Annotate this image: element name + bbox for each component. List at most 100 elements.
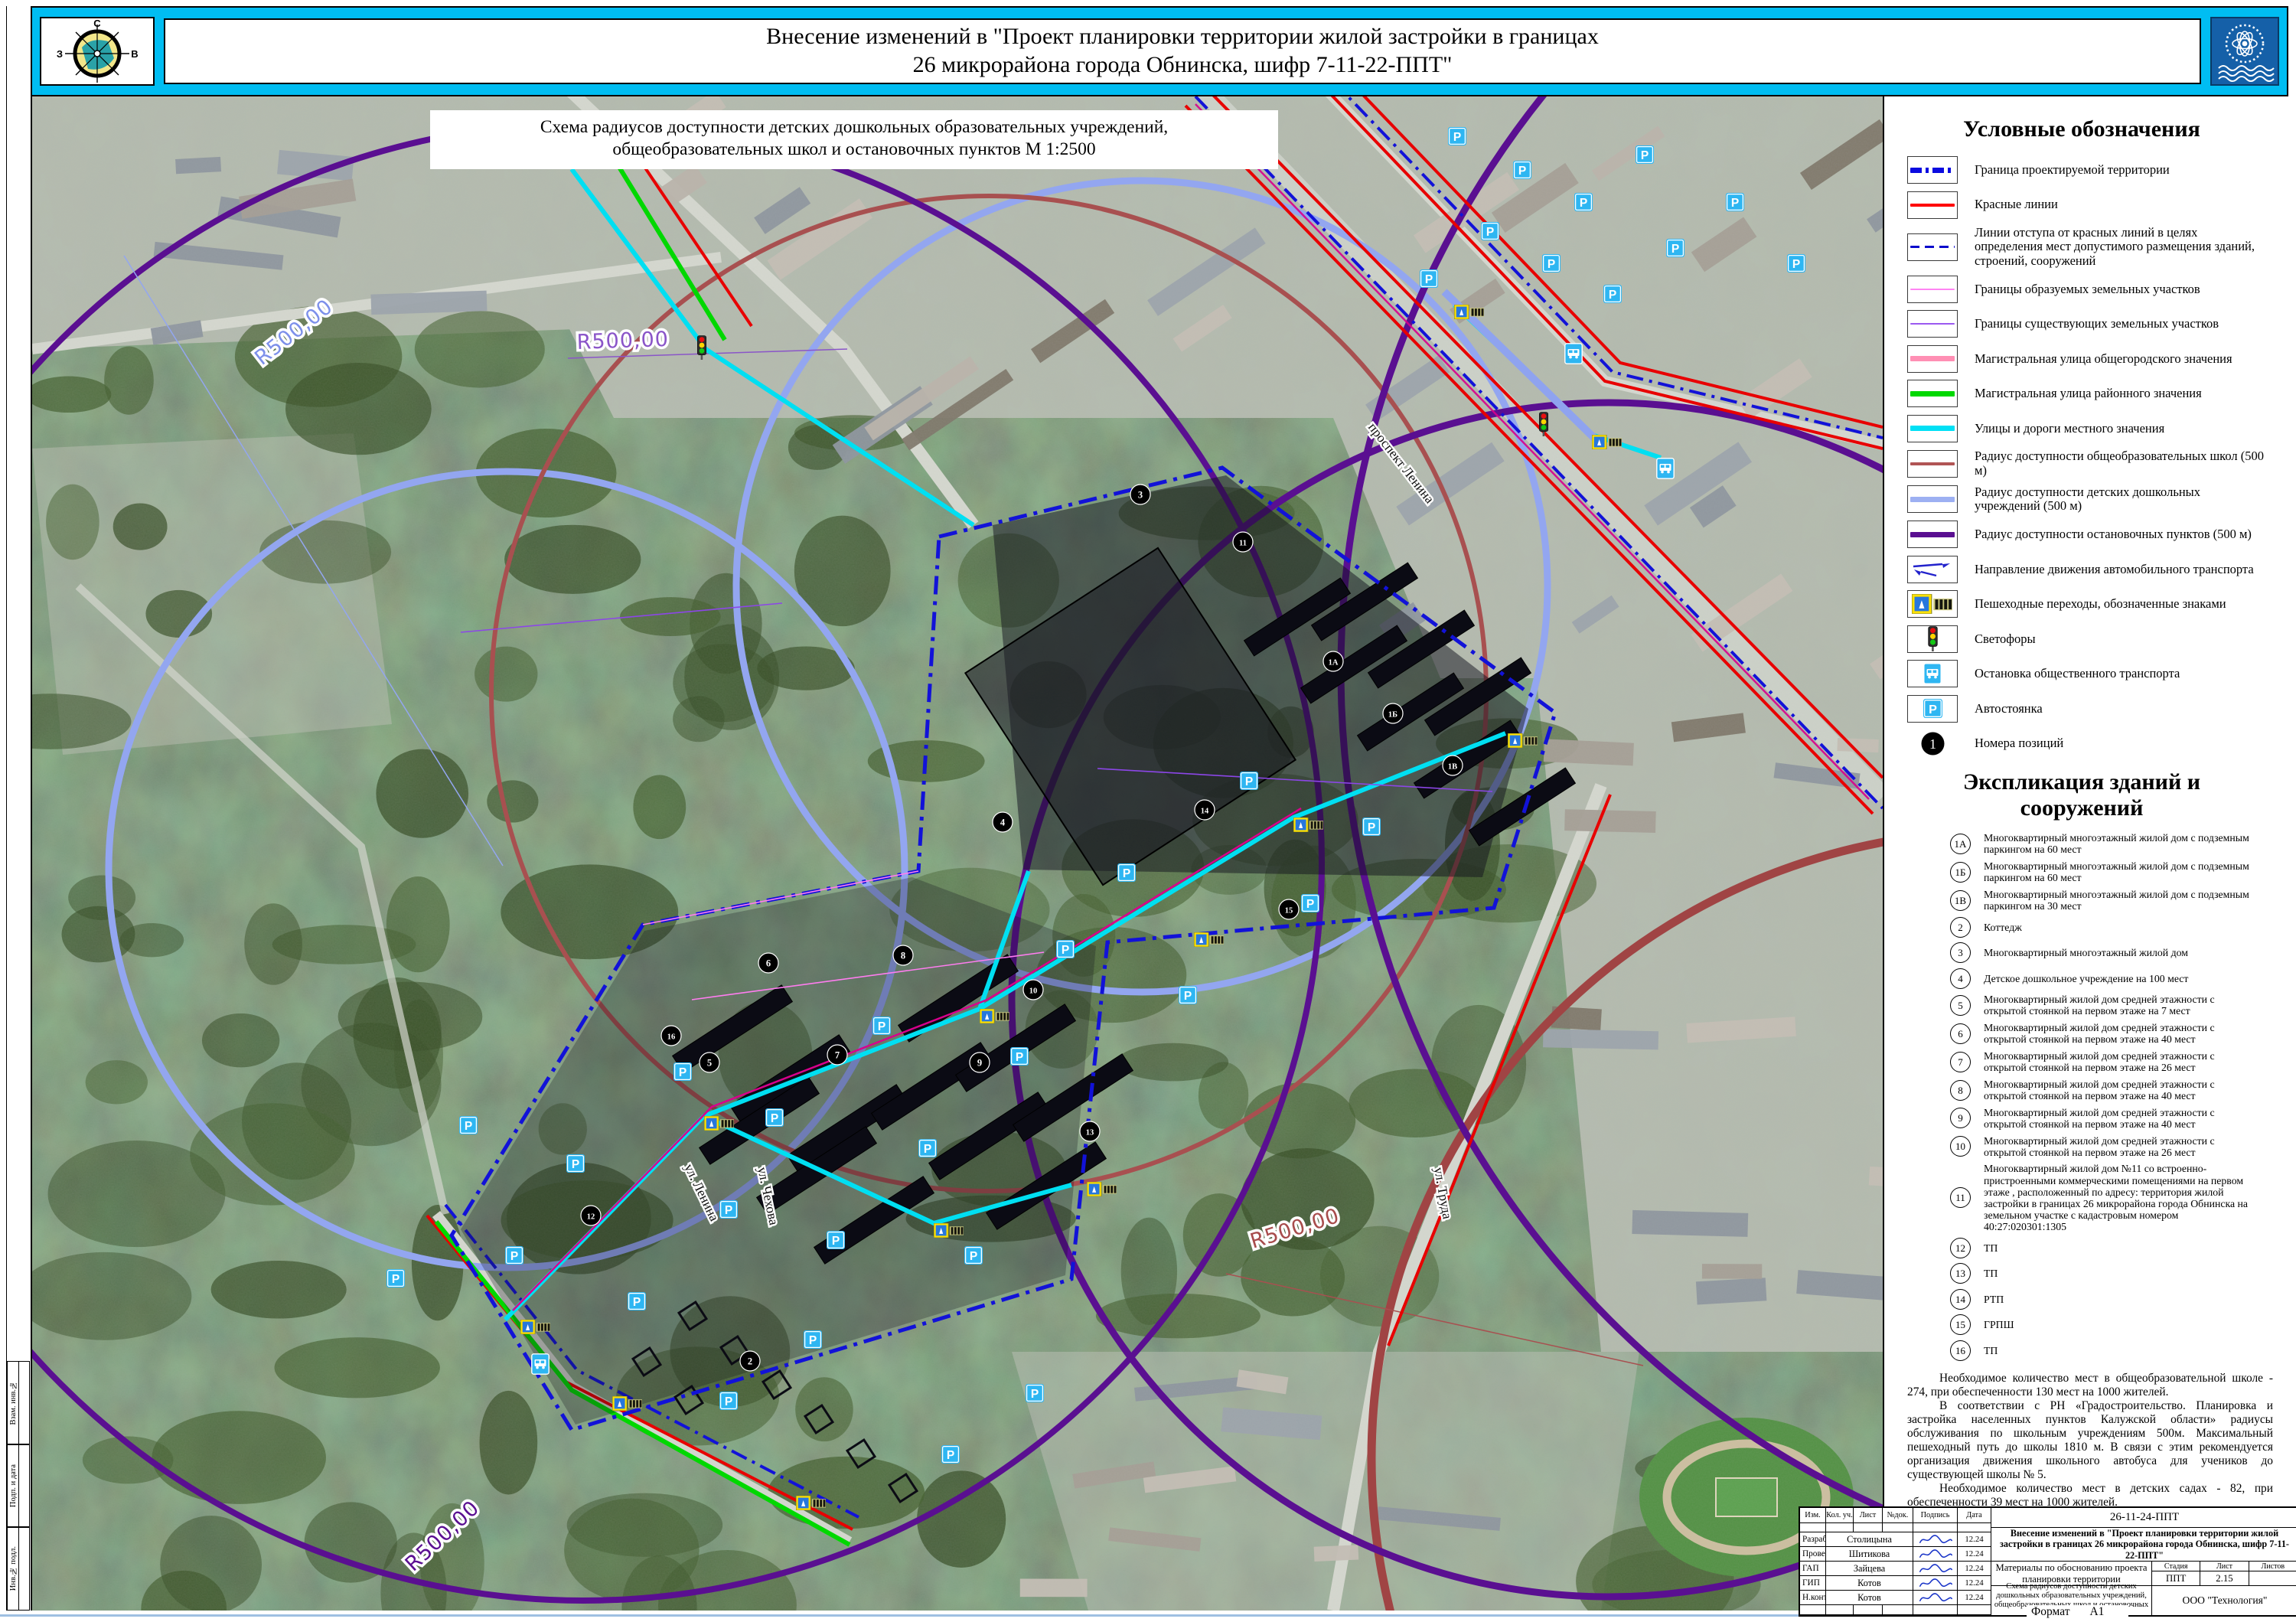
position-number-badge: 11 [1950, 1187, 1971, 1208]
direction-arrows-icon [1910, 559, 1955, 580]
explication-list: 1А Многоквартирный многоэтажный жилой до… [1907, 832, 2279, 1361]
parking-icon [1448, 127, 1466, 145]
position-marker: 15 [1279, 899, 1299, 919]
legend-line-sample [1910, 204, 1955, 207]
legend-item: Радиус доступности общеобразовательных ш… [1907, 449, 2279, 478]
parking-icon [1726, 193, 1744, 211]
svg-text:10: 10 [1029, 987, 1038, 996]
explication-item: 7 Многоквартирный жилой дом средней этаж… [1950, 1050, 2279, 1073]
svg-text:5: 5 [707, 1058, 712, 1069]
explication-item-text: Многоквартирный многоэтажный жилой дом [1984, 947, 2188, 958]
position-marker: 1Б [1383, 703, 1403, 723]
parking-icon [459, 1116, 478, 1134]
svg-text:13: 13 [1086, 1129, 1094, 1137]
legend-item-label: Границы существующих земельных участков [1975, 317, 2219, 331]
legend-item-label: Границы образуемых земельных участков [1975, 282, 2200, 296]
stamp-role: Н.контр. [1800, 1591, 1826, 1605]
svg-text:3: 3 [1138, 490, 1143, 501]
parking-icon [804, 1330, 822, 1349]
stamp-date: 12.24 [1958, 1547, 1991, 1562]
position-marker: 8 [893, 945, 913, 965]
parking-icon [1179, 986, 1197, 1004]
parking-icon [964, 1246, 983, 1265]
svg-text:8: 8 [901, 951, 905, 961]
format-label: ФорматА1 [2027, 1605, 2128, 1619]
explication-item: 12 ТП [1950, 1238, 2279, 1258]
position-marker: 14 [1195, 800, 1215, 820]
legend-item-label: Светофоры [1975, 632, 2036, 646]
page-title-line2: 26 микрорайона города Обнинска, шифр 7-1… [913, 51, 1453, 80]
legend-swatch [1907, 450, 1958, 478]
explication-item-text: Многоквартирный жилой дом средней этажно… [1984, 1079, 2259, 1101]
svg-text:4: 4 [1000, 818, 1006, 828]
side-label: Инв.№ подл. [9, 1546, 18, 1591]
page-title-line1: Внесение изменений в "Проект планировки … [766, 23, 1599, 51]
legend-item: Светофоры [1907, 625, 2279, 653]
company-name: ООО "Технология" [2152, 1586, 2296, 1615]
legend-item: Автостоянка [1907, 695, 2279, 723]
legend-list: Граница проектируемой территории Красные… [1907, 156, 2279, 757]
position-marker: 6 [758, 953, 778, 973]
parking-icon [1056, 940, 1075, 958]
stamp-role: ГАП [1800, 1562, 1826, 1576]
stamp-role: Провер. [1800, 1547, 1826, 1562]
position-marker: 12 [581, 1206, 601, 1225]
explication-item: 5 Многоквартирный жилой дом средней этаж… [1950, 994, 2279, 1017]
stamp-project-title: Внесение изменений в "Проект планировки … [1991, 1528, 2296, 1562]
parking-icon [918, 1139, 937, 1157]
position-number-badge: 1Б [1950, 862, 1971, 883]
parking-icon [1481, 222, 1499, 240]
position-number-badge: 3 [1950, 942, 1971, 963]
position-number-badge: 12 [1950, 1238, 1971, 1258]
parking-icon [1666, 239, 1684, 257]
sheets-value [2249, 1571, 2296, 1586]
stamp-column-header: Изм. [1800, 1508, 1826, 1523]
svg-text:6: 6 [766, 958, 771, 969]
legend-item-label: Радиус доступности остановочных пунктов … [1975, 527, 2252, 541]
legend-swatch [1907, 625, 1958, 653]
position-marker: 7 [827, 1045, 847, 1065]
position-marker: 1А [1323, 651, 1343, 671]
position-marker: 9 [970, 1053, 990, 1072]
legend-line-sample [1910, 426, 1955, 431]
stamp-stage-values: ППТ 2.15 [2152, 1571, 2296, 1586]
legend-item-label: Пешеходные переходы, обозначенные знакам… [1975, 597, 2226, 611]
legend-panel: Условные обозначения Граница проектируем… [1884, 96, 2290, 1611]
svg-text:1А: 1А [1329, 659, 1339, 667]
position-marker: 11 [1233, 532, 1253, 552]
parking-icon [1603, 285, 1622, 303]
legend-swatch [1907, 521, 1958, 548]
legend-item: Границы образуемых земельных участков [1907, 276, 2279, 303]
explication-item-text: Многоквартирный жилой дом средней этажно… [1984, 1050, 2259, 1073]
stamp-column-header: Дата [1958, 1508, 1991, 1523]
title-block-signatures: Изм. Кол. уч. Лист №док. Подпись Дата Ра… [1800, 1508, 1991, 1615]
signature [1913, 1562, 1958, 1576]
explication-item: 13 ТП [1950, 1263, 2279, 1284]
legend-item: Улицы и дороги местного значения [1907, 415, 2279, 442]
stamp-role: ГИП [1800, 1576, 1826, 1591]
position-marker: 4 [993, 812, 1013, 832]
stamp-column-header: Подпись [1913, 1508, 1958, 1523]
legend-line-sample [1910, 497, 1955, 502]
bus-stop-icon [1565, 344, 1582, 364]
explication-item: 2 Коттедж [1950, 917, 2279, 938]
explication-item: 14 РТП [1950, 1289, 2279, 1310]
explication-heading: Экспликация зданий и сооружений [1907, 769, 2256, 821]
explication-item-text: Многоквартирный жилой дом средней этажно… [1984, 1022, 2259, 1045]
legend-swatch [1907, 415, 1958, 442]
legend-item: Границы существующих земельных участков [1907, 310, 2279, 338]
legend-item: Направление движения автомобильного тран… [1907, 556, 2279, 583]
radius-label: R500,00 [576, 328, 669, 354]
legend-line-sample [1910, 462, 1955, 465]
compass-east: В [131, 48, 138, 60]
legend-swatch [1907, 310, 1958, 338]
parking-icon [765, 1108, 784, 1127]
svg-text:11: 11 [1239, 540, 1247, 548]
bus-stop-icon [1657, 459, 1674, 478]
stage-column-header: Лист [2200, 1562, 2249, 1571]
explication-item: 15 ГРПШ [1950, 1314, 2279, 1335]
explication-item: 6 Многоквартирный жилой дом средней этаж… [1950, 1022, 2279, 1045]
stamp-name: Котов [1826, 1591, 1913, 1605]
title-box: Внесение изменений в "Проект планировки … [164, 18, 2201, 84]
parking-icon [872, 1017, 891, 1035]
